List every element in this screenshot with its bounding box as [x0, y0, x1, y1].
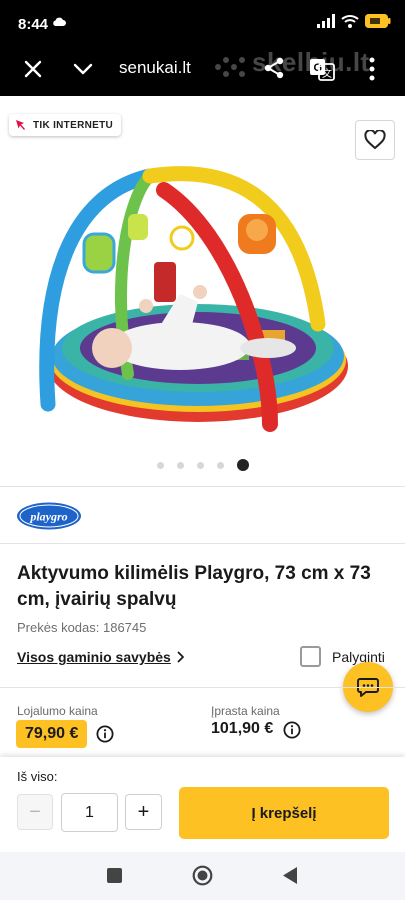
cursor-arrow-icon [16, 120, 25, 130]
online-only-badge: TIK INTERNETU [9, 114, 122, 136]
gallery-dot[interactable] [176, 461, 184, 469]
status-bar: 8:44 [0, 0, 405, 50]
divider [0, 486, 405, 487]
favorite-button[interactable] [355, 120, 395, 160]
loyalty-price-label: Lojalumo kaina [17, 704, 98, 718]
compare-checkbox[interactable] [300, 646, 321, 667]
divider [0, 543, 405, 544]
info-icon[interactable] [283, 721, 301, 739]
chevron-down-icon[interactable] [72, 58, 94, 80]
product-image [39, 166, 348, 432]
all-attributes-label: Visos gaminio savybės [17, 649, 171, 665]
home-icon[interactable] [192, 865, 213, 886]
info-icon[interactable] [96, 725, 114, 743]
add-to-cart-button[interactable]: Į krepšelį [179, 787, 389, 839]
recent-apps-icon[interactable] [107, 868, 122, 883]
heart-icon [364, 130, 386, 150]
regular-price-label: Įprasta kaina [211, 704, 280, 718]
product-title: Aktyvumo kilimėlis Playgro, 73 cm x 73 c… [17, 563, 371, 610]
system-nav-bar [0, 852, 405, 900]
regular-price: 101,90 € [211, 720, 274, 737]
add-to-cart-panel: Iš viso: − + Į krepšelį [0, 757, 405, 852]
cloud-icon [53, 17, 66, 26]
gallery-dot[interactable] [216, 461, 224, 469]
svg-text:文: 文 [322, 67, 332, 80]
watermark-logo-icon [215, 57, 245, 77]
signal-icon [317, 14, 335, 28]
status-time: 8:44 [18, 16, 49, 33]
gallery-dots [0, 459, 405, 471]
quantity-increase-button[interactable]: + [125, 794, 162, 830]
browser-toolbar: senukai.lt skelbiu.lt G 文 [0, 44, 405, 96]
total-label: Iš viso: [17, 769, 58, 784]
chevron-right-icon [177, 651, 184, 663]
gallery-dot-active[interactable] [236, 459, 249, 471]
battery-icon [365, 14, 391, 28]
close-icon[interactable] [22, 58, 44, 80]
quantity-decrease-button[interactable]: − [17, 794, 53, 830]
divider [0, 687, 405, 688]
back-icon[interactable] [282, 866, 298, 885]
share-icon[interactable] [262, 56, 286, 80]
product-gallery[interactable]: TIK INTERNETU [0, 96, 405, 484]
gallery-dot[interactable] [156, 461, 164, 469]
more-icon[interactable] [364, 56, 380, 82]
all-attributes-link[interactable]: Visos gaminio savybės [17, 649, 185, 665]
badge-label: TIK INTERNETU [33, 119, 114, 131]
brand-name: playgro [29, 510, 67, 524]
compare-label: Palyginti [332, 648, 385, 665]
product-code: Prekės kodas: 186745 [17, 620, 147, 635]
status-icons [317, 14, 391, 28]
quantity-input[interactable] [61, 793, 118, 832]
translate-icon[interactable]: G 文 [309, 56, 335, 82]
wifi-icon [341, 15, 359, 28]
loyalty-price: 79,90 € [16, 720, 88, 748]
page: 8:44 senukai.lt G 文 TIK INTERNETU playgr… [0, 0, 405, 900]
brand-logo[interactable]: playgro [16, 501, 82, 531]
url-text[interactable]: senukai.lt [119, 58, 191, 78]
gallery-dot[interactable] [196, 461, 204, 469]
